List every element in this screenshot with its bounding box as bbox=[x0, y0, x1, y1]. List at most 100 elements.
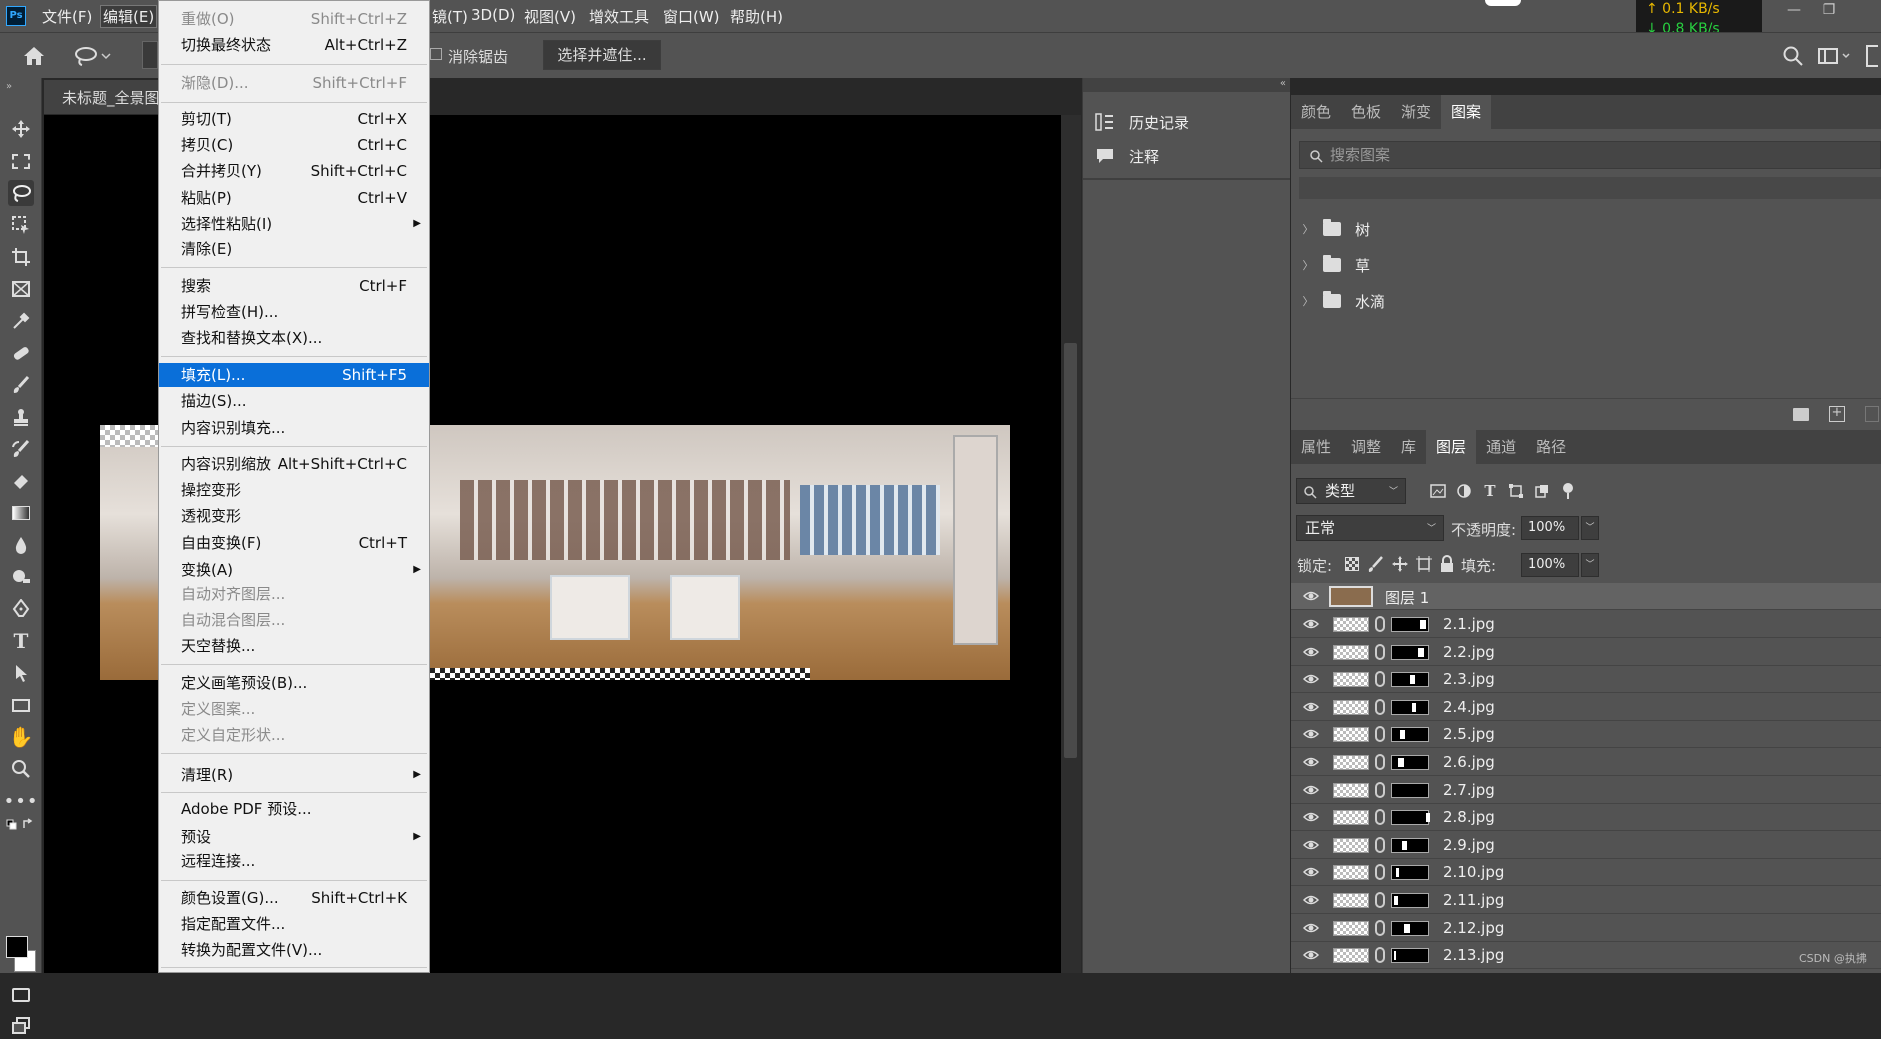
tab-gradients[interactable]: 渐变 bbox=[1391, 95, 1441, 129]
layer-mask-thumbnail[interactable] bbox=[1391, 920, 1429, 936]
quick-mask-icon[interactable] bbox=[8, 982, 34, 1008]
layer-row[interactable]: 2.10.jpg bbox=[1291, 859, 1881, 887]
layer-row[interactable]: 2.4.jpg bbox=[1291, 694, 1881, 721]
type-tool-icon[interactable]: T bbox=[8, 628, 34, 654]
gradient-tool-icon[interactable] bbox=[8, 500, 34, 526]
layer-mask-thumbnail[interactable] bbox=[1391, 672, 1429, 688]
layer-row[interactable]: 2.7.jpg bbox=[1291, 777, 1881, 804]
link-icon[interactable] bbox=[1375, 892, 1385, 908]
screen-mode-icon[interactable] bbox=[8, 1013, 34, 1039]
visibility-eye-icon[interactable] bbox=[1303, 810, 1319, 824]
menu-item-find-replace[interactable]: 查找和替换文本(X)... bbox=[159, 326, 429, 350]
brush-tool-icon[interactable] bbox=[8, 372, 34, 398]
menu-help[interactable]: 帮助(H) bbox=[730, 6, 783, 27]
eyedropper-tool-icon[interactable] bbox=[8, 308, 34, 334]
menu-item-paste[interactable]: 粘贴(P) Ctrl+V bbox=[159, 186, 429, 210]
chevron-right-icon[interactable]: 〉 bbox=[1299, 257, 1317, 273]
layer-row[interactable]: 2.6.jpg bbox=[1291, 749, 1881, 776]
restore-button[interactable]: ❐ bbox=[1812, 2, 1846, 24]
layer-row[interactable]: 2.9.jpg bbox=[1291, 832, 1881, 859]
layer-row[interactable]: 2.12.jpg bbox=[1291, 915, 1881, 942]
layer-row[interactable]: 2.5.jpg bbox=[1291, 721, 1881, 749]
visibility-eye-icon[interactable] bbox=[1303, 921, 1319, 935]
foreground-color-swatch[interactable] bbox=[6, 936, 28, 958]
lasso-preset-icon[interactable] bbox=[72, 45, 112, 67]
menu-item-free-transform[interactable]: 自由变换(F) Ctrl+T bbox=[159, 531, 429, 555]
home-icon[interactable] bbox=[22, 45, 46, 67]
layer-row[interactable]: 2.11.jpg bbox=[1291, 887, 1881, 914]
opacity-dropdown[interactable]: ﹀ bbox=[1581, 516, 1599, 540]
zoom-tool-icon[interactable] bbox=[8, 756, 34, 782]
link-icon[interactable] bbox=[1375, 919, 1385, 936]
new-group-icon[interactable] bbox=[1793, 408, 1809, 421]
panel-notes[interactable]: 注释 bbox=[1095, 142, 1159, 170]
menu-item-paste-special[interactable]: 选择性粘贴(I) ▶ bbox=[159, 212, 429, 236]
tab-libraries[interactable]: 库 bbox=[1391, 430, 1426, 464]
layer-mask-thumbnail[interactable] bbox=[1391, 893, 1429, 908]
expand-chevron-icon[interactable]: » bbox=[6, 81, 12, 92]
filter-pixel-icon[interactable] bbox=[1429, 482, 1447, 500]
tab-patterns[interactable]: 图案 bbox=[1441, 95, 1492, 129]
share-icon[interactable] bbox=[1866, 45, 1878, 67]
panel-history[interactable]: 历史记录 bbox=[1095, 108, 1189, 136]
marquee-tool-icon[interactable] bbox=[8, 148, 34, 174]
link-icon[interactable] bbox=[1375, 864, 1385, 881]
antialias-checkbox[interactable] bbox=[430, 48, 442, 60]
opacity-input[interactable]: 100% bbox=[1521, 516, 1579, 540]
menu-item-copy-merged[interactable]: 合并拷贝(Y) Shift+Ctrl+C bbox=[159, 159, 429, 183]
visibility-eye-icon[interactable] bbox=[1303, 755, 1319, 769]
layer-mask-thumbnail[interactable] bbox=[1391, 837, 1429, 853]
layer-mask-thumbnail[interactable] bbox=[1391, 782, 1429, 798]
layer-mask-thumbnail[interactable] bbox=[1391, 865, 1429, 881]
layer-mask-thumbnail[interactable] bbox=[1391, 948, 1429, 964]
lock-pixels-icon[interactable] bbox=[1367, 555, 1385, 573]
tab-color[interactable]: 颜色 bbox=[1291, 95, 1341, 129]
menu-item-purge[interactable]: 清理(R) ▶ bbox=[159, 763, 429, 787]
menu-item-spell-check[interactable]: 拼写检查(H)... bbox=[159, 300, 429, 324]
workspace-icon[interactable] bbox=[1817, 45, 1853, 67]
visibility-eye-icon[interactable] bbox=[1303, 645, 1319, 659]
menu-item-presets[interactable]: 预设 ▶ bbox=[159, 825, 429, 849]
menu-item-sky-replacement[interactable]: 天空替换... bbox=[159, 634, 429, 658]
chevron-right-icon[interactable]: 〉 bbox=[1299, 221, 1317, 237]
menu-window[interactable]: 窗口(W) bbox=[663, 6, 720, 27]
menu-item-stroke[interactable]: 描边(S)... bbox=[159, 389, 429, 413]
visibility-eye-icon[interactable] bbox=[1303, 617, 1319, 631]
menu-item-perspective-warp[interactable]: 透视变形 bbox=[159, 504, 429, 528]
layer-row[interactable]: 2.3.jpg bbox=[1291, 666, 1881, 694]
layer-row[interactable]: 2.8.jpg bbox=[1291, 804, 1881, 832]
pattern-search-input[interactable]: 搜索图案 bbox=[1299, 141, 1881, 169]
filter-toggle-icon[interactable] bbox=[1559, 482, 1577, 500]
filter-smart-object-icon[interactable] bbox=[1533, 482, 1551, 500]
collapse-chevron-icon[interactable]: « bbox=[1280, 78, 1286, 89]
layer-row[interactable]: 2.13.jpg bbox=[1291, 942, 1881, 970]
visibility-eye-icon[interactable] bbox=[1303, 589, 1319, 603]
fill-input[interactable]: 100% bbox=[1521, 553, 1579, 577]
menu-item-convert-to-profile[interactable]: 转换为配置文件(V)... bbox=[159, 938, 429, 962]
crop-tool-icon[interactable] bbox=[8, 244, 34, 270]
filter-adjustment-icon[interactable] bbox=[1455, 482, 1473, 500]
menu-item-content-aware-fill[interactable]: 内容识别填充... bbox=[159, 416, 429, 440]
menu-plugins[interactable]: 增效工具 bbox=[589, 6, 649, 27]
menu-filter[interactable]: 镜(T) bbox=[432, 6, 468, 27]
filter-shape-icon[interactable] bbox=[1507, 482, 1525, 500]
healing-brush-tool-icon[interactable] bbox=[8, 340, 34, 366]
tab-paths[interactable]: 路径 bbox=[1526, 430, 1576, 464]
visibility-eye-icon[interactable] bbox=[1303, 948, 1319, 962]
link-icon[interactable] bbox=[1375, 726, 1385, 743]
link-icon[interactable] bbox=[1375, 754, 1385, 770]
menu-item-content-aware-scale[interactable]: 内容识别缩放 Alt+Shift+Ctrl+C bbox=[159, 452, 429, 476]
visibility-eye-icon[interactable] bbox=[1303, 838, 1319, 852]
filter-type-icon[interactable]: T bbox=[1481, 482, 1499, 500]
layer-row[interactable]: 2.2.jpg bbox=[1291, 639, 1881, 666]
link-icon[interactable] bbox=[1375, 671, 1385, 688]
chevron-right-icon[interactable]: 〉 bbox=[1299, 293, 1317, 309]
select-and-mask-button[interactable]: 选择并遮住... bbox=[543, 40, 661, 70]
visibility-eye-icon[interactable] bbox=[1303, 727, 1319, 741]
pattern-group-tree[interactable]: 〉树 bbox=[1299, 214, 1881, 244]
menu-item-search[interactable]: 搜索 Ctrl+F bbox=[159, 274, 429, 298]
tab-swatches[interactable]: 色板 bbox=[1341, 95, 1391, 129]
menu-item-clear[interactable]: 清除(E) bbox=[159, 237, 429, 261]
menu-item-fill[interactable]: 填充(L)... Shift+F5 bbox=[159, 363, 429, 387]
minimize-button[interactable]: — bbox=[1777, 2, 1811, 24]
